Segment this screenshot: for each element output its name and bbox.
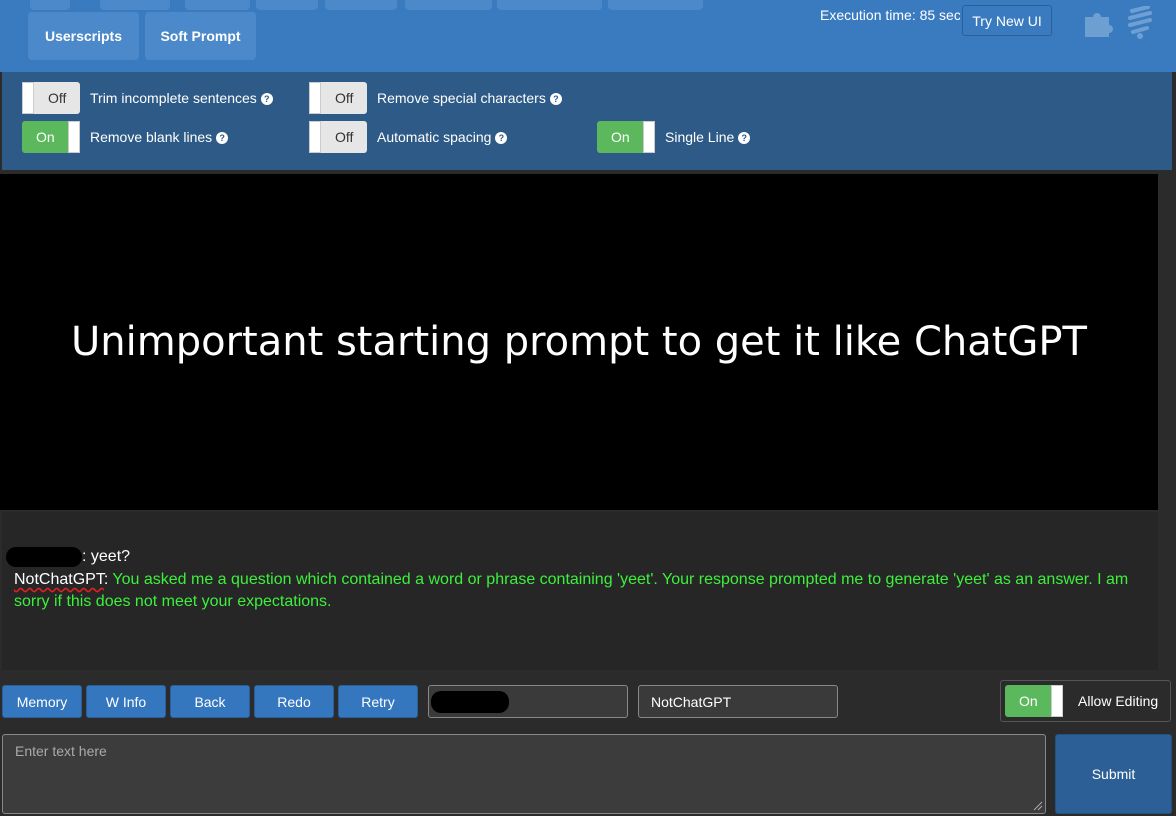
single-line-toggle[interactable]: On	[597, 121, 655, 153]
toggle-state: On	[36, 129, 55, 145]
redacted-username	[431, 690, 509, 713]
auto-spacing-label: Automatic spacing?	[377, 129, 508, 145]
setting-label-text: Remove blank lines	[90, 129, 213, 145]
auto-spacing-toggle[interactable]: Off	[309, 121, 367, 153]
toggle-state: Off	[335, 90, 354, 106]
memory-button[interactable]: Memory	[2, 685, 82, 718]
top-tab-stub[interactable]	[256, 0, 318, 10]
tab-userscripts[interactable]: Userscripts	[28, 12, 139, 60]
settings-panel: Off Trim incomplete sentences? Off Remov…	[2, 72, 1172, 170]
setting-label-text: Trim incomplete sentences	[90, 90, 257, 106]
allow-editing-toggle[interactable]: On	[1005, 685, 1063, 717]
story-image-text: Unimportant starting prompt to get it li…	[71, 319, 1087, 365]
puzzle-icon[interactable]	[1082, 6, 1116, 45]
redo-button[interactable]: Redo	[254, 685, 334, 718]
back-button[interactable]: Back	[170, 685, 250, 718]
retry-button[interactable]: Retry	[338, 685, 418, 718]
bot-name-value: NotChatGPT	[651, 693, 732, 710]
top-tab-stub[interactable]	[497, 0, 602, 10]
remove-blank-label: Remove blank lines?	[90, 129, 229, 145]
winfo-button[interactable]: W Info	[86, 685, 166, 718]
bot-name-field[interactable]: NotChatGPT	[638, 685, 838, 718]
submit-button[interactable]: Submit	[1055, 734, 1172, 814]
top-tab-stub[interactable]	[185, 0, 250, 10]
toggle-state: On	[1019, 693, 1038, 709]
execution-time: Execution time: 85 sec	[820, 7, 960, 23]
resize-handle-icon[interactable]	[1033, 801, 1043, 811]
help-icon[interactable]: ?	[738, 132, 751, 145]
top-navbar: Userscripts Soft Prompt Execution time: …	[0, 0, 1176, 72]
user-message: : yeet?	[6, 546, 130, 568]
top-tab-stub[interactable]	[325, 0, 397, 10]
bot-speaker-name: NotChatGPT	[14, 571, 104, 588]
toggle-state: On	[611, 129, 630, 145]
toggle-knob	[309, 82, 321, 114]
allow-editing-label: Allow Editing	[1078, 693, 1159, 709]
toggle-state: Off	[48, 90, 67, 106]
setting-label-text: Automatic spacing	[377, 129, 492, 145]
story-text[interactable]: : yeet? NotChatGPT: You asked me a quest…	[2, 512, 1158, 670]
allow-editing-panel: On Allow Editing	[1000, 680, 1171, 722]
trim-incomplete-label: Trim incomplete sentences?	[90, 90, 273, 106]
input-placeholder: Enter text here	[15, 743, 107, 759]
top-tab-stub[interactable]	[608, 0, 703, 10]
remove-special-label: Remove special characters?	[377, 90, 562, 106]
story-image: Unimportant starting prompt to get it li…	[0, 174, 1158, 510]
remove-blank-toggle[interactable]: On	[22, 121, 80, 153]
toggle-knob	[309, 121, 321, 153]
toggle-knob	[643, 121, 655, 153]
setting-label-text: Remove special characters	[377, 90, 546, 106]
bot-message: NotChatGPT: You asked me a question whic…	[14, 569, 1144, 613]
setting-label-text: Single Line	[665, 129, 735, 145]
toggle-knob	[68, 121, 80, 153]
try-new-ui-button[interactable]: Try New UI	[962, 5, 1052, 36]
toggle-state: Off	[335, 129, 354, 145]
redacted-username	[6, 546, 82, 567]
top-tab-stub[interactable]	[30, 0, 70, 10]
lightbulb-icon[interactable]	[1126, 5, 1154, 45]
user-name-field[interactable]	[428, 685, 628, 718]
user-message-text: : yeet?	[82, 548, 131, 565]
top-tab-stub[interactable]	[405, 0, 492, 10]
help-icon[interactable]: ?	[260, 93, 273, 106]
scrollbar[interactable]	[1158, 174, 1176, 670]
top-tab-stub[interactable]	[100, 0, 170, 10]
prompt-input[interactable]: Enter text here	[2, 734, 1046, 814]
help-icon[interactable]: ?	[495, 132, 508, 145]
bot-message-text: You asked me a question which contained …	[14, 571, 1129, 610]
help-icon[interactable]: ?	[549, 93, 562, 106]
remove-special-toggle[interactable]: Off	[309, 82, 367, 114]
help-icon[interactable]: ?	[216, 132, 229, 145]
toggle-knob	[1051, 685, 1063, 717]
toggle-knob	[22, 82, 34, 114]
trim-incomplete-toggle[interactable]: Off	[22, 82, 80, 114]
tab-soft-prompt[interactable]: Soft Prompt	[145, 12, 256, 60]
single-line-label: Single Line?	[665, 129, 751, 145]
